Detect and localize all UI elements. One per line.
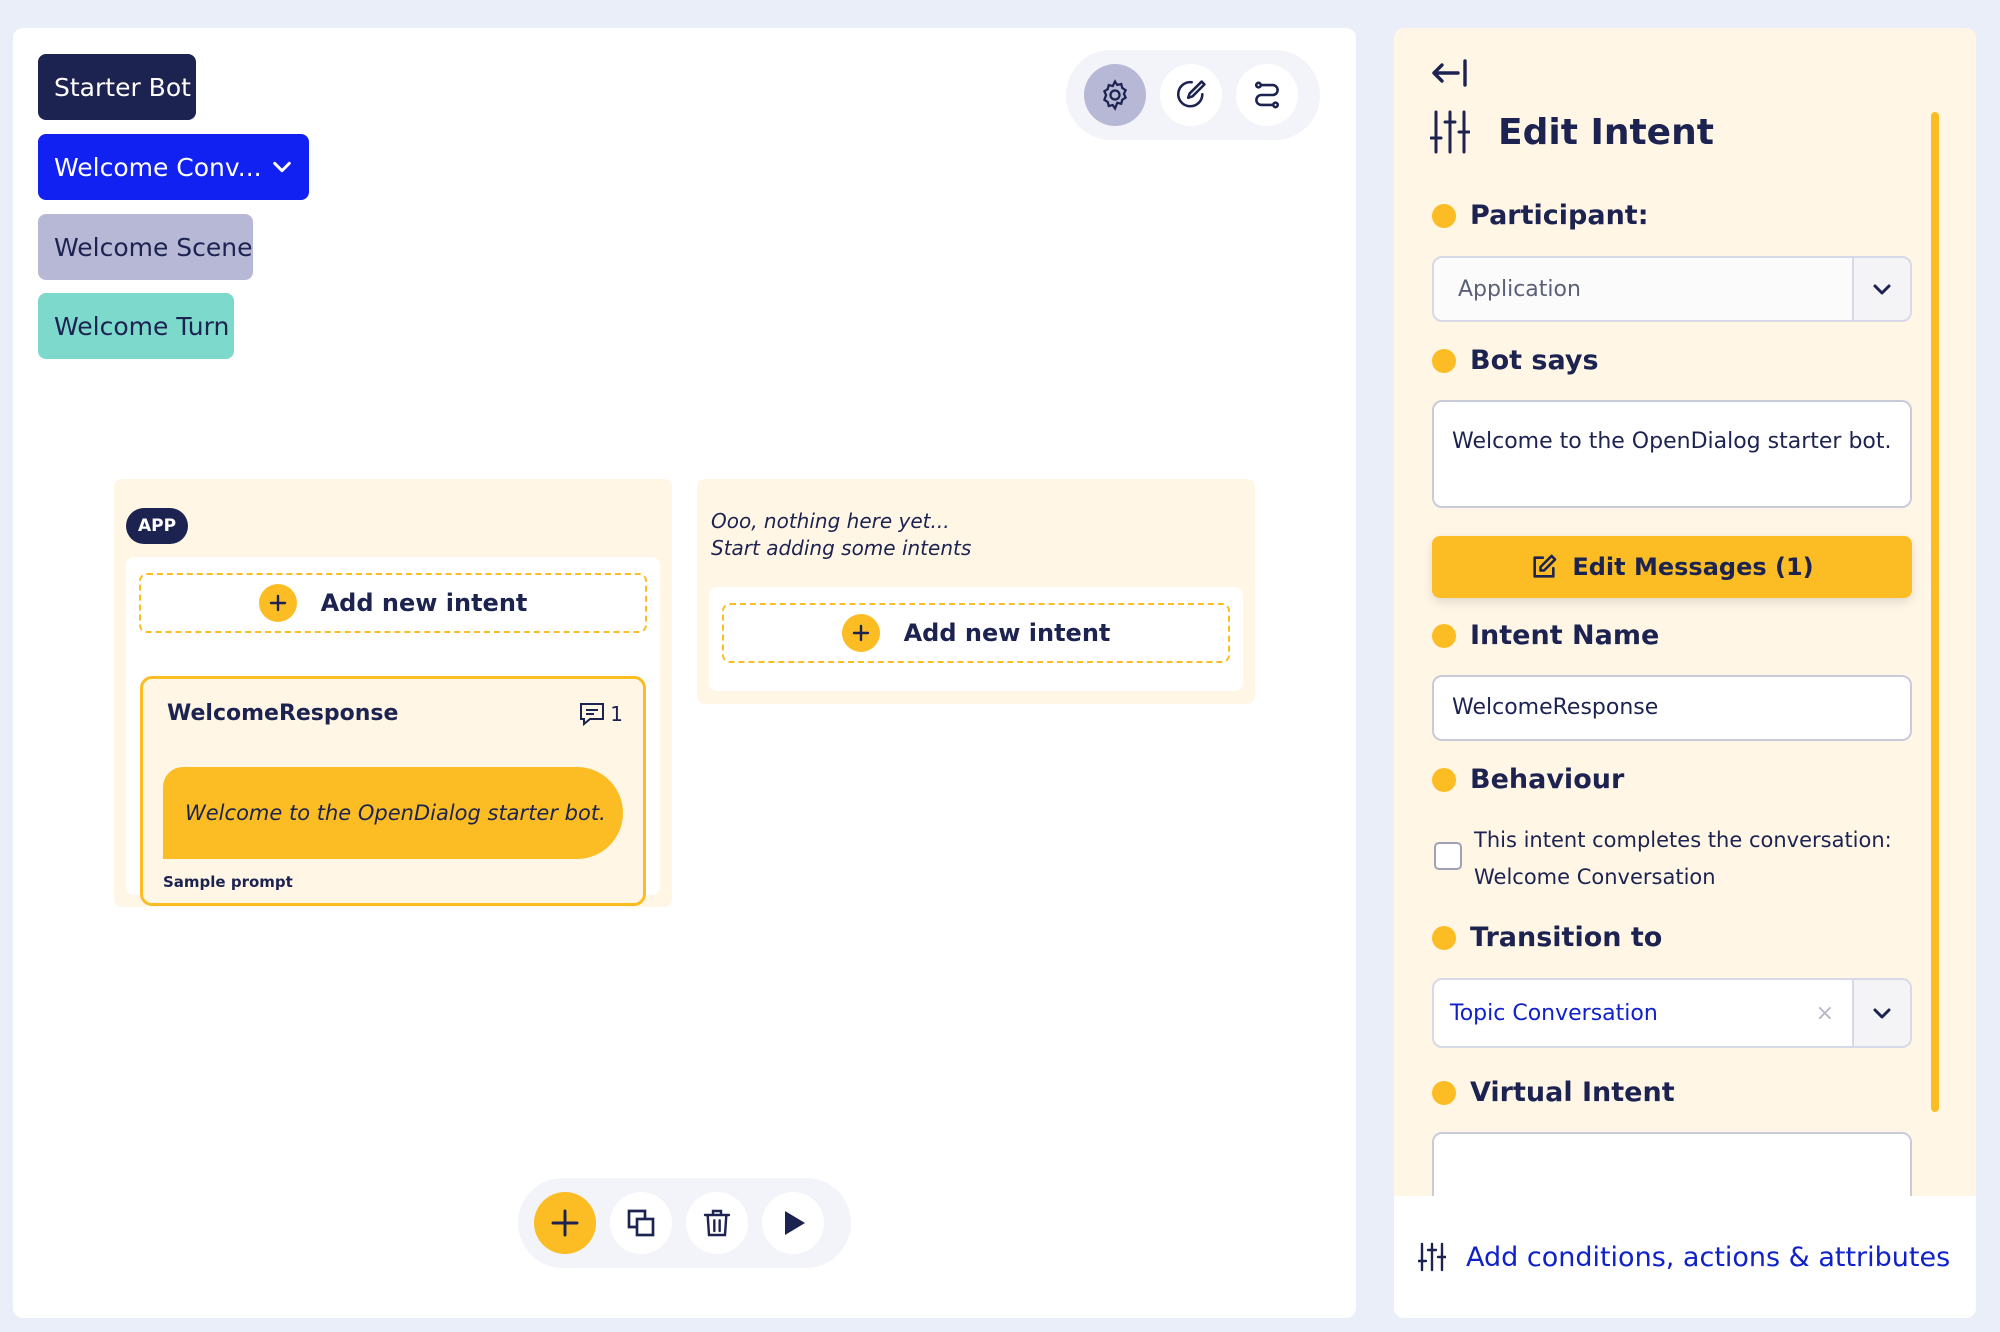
plus-icon xyxy=(258,584,297,622)
behaviour-description: This intent completes the conversation: … xyxy=(1474,822,1914,896)
breadcrumb-turn-label: Welcome Turn xyxy=(54,311,230,341)
empty-state-line2: Start adding some intents xyxy=(711,536,972,560)
plus-icon xyxy=(841,614,880,652)
route-icon xyxy=(1254,81,1280,109)
participant-label-text: Participant: xyxy=(1470,200,1649,231)
duplicate-icon xyxy=(627,1209,655,1237)
virtual-intent-label-text: Virtual Intent xyxy=(1470,1077,1675,1108)
add-intent-button[interactable]: Add new intent xyxy=(139,573,647,633)
message-count-value: 1 xyxy=(610,702,623,726)
participant-select[interactable]: Application xyxy=(1432,256,1912,322)
empty-state-line1: Ooo, nothing here yet... xyxy=(711,509,950,533)
duplicate-button[interactable] xyxy=(610,1192,672,1254)
add-button[interactable] xyxy=(534,1192,596,1254)
required-dot xyxy=(1432,925,1456,950)
settings-view-button[interactable] xyxy=(1084,64,1146,126)
transition-label: Transition to xyxy=(1432,922,1662,953)
edit-icon xyxy=(1177,80,1206,108)
edit-messages-label: Edit Messages (1) xyxy=(1572,553,1814,581)
delete-icon xyxy=(703,1209,731,1237)
participant-label: Participant: xyxy=(1432,200,1649,231)
user-column: Ooo, nothing here yet... Start adding so… xyxy=(697,479,1255,704)
delete-button[interactable] xyxy=(686,1192,748,1254)
behaviour-label-text: Behaviour xyxy=(1470,764,1625,795)
breadcrumb-bot-label: Starter Bot xyxy=(54,72,191,102)
clear-selection-icon[interactable]: × xyxy=(1816,1001,1852,1026)
panel-scrollbar[interactable] xyxy=(1931,112,1939,1112)
breadcrumb-conversation[interactable]: Welcome Conv... xyxy=(38,134,309,200)
add-icon xyxy=(551,1209,579,1237)
message-icon xyxy=(580,703,605,727)
play-button[interactable] xyxy=(762,1192,824,1254)
edit-view-button[interactable] xyxy=(1160,64,1222,126)
view-toggle-bar xyxy=(1066,50,1320,140)
virtual-intent-label: Virtual Intent xyxy=(1432,1077,1675,1108)
required-dot xyxy=(1432,767,1456,792)
chevron-down-icon xyxy=(273,161,291,173)
breadcrumb-turn[interactable]: Welcome Turn xyxy=(38,293,234,359)
app-badge: APP xyxy=(126,508,188,544)
empty-state-text: Ooo, nothing here yet... Start adding so… xyxy=(711,508,971,562)
breadcrumb-bot[interactable]: Starter Bot xyxy=(38,54,196,120)
required-dot xyxy=(1432,623,1456,648)
add-intent-button[interactable]: Add new intent xyxy=(722,603,1230,663)
intent-name: WelcomeResponse xyxy=(167,701,399,726)
route-view-button[interactable] xyxy=(1236,64,1298,126)
breadcrumb-scene[interactable]: Welcome Scene xyxy=(38,214,253,280)
required-dot xyxy=(1432,348,1456,373)
participant-dropdown-toggle[interactable] xyxy=(1852,258,1910,320)
bottom-toolbar xyxy=(518,1178,851,1268)
edit-messages-button[interactable]: Edit Messages (1) xyxy=(1432,536,1912,598)
settings-icon xyxy=(1102,79,1128,111)
transition-value: Topic Conversation xyxy=(1450,1000,1658,1026)
edit-icon xyxy=(1533,554,1557,578)
transition-select[interactable]: Topic Conversation × xyxy=(1432,978,1912,1048)
panel-footer: Add conditions, actions & attributes xyxy=(1394,1196,1976,1318)
participant-value: Application xyxy=(1458,276,1581,302)
intent-name-label: Intent Name xyxy=(1432,620,1659,651)
transition-label-text: Transition to xyxy=(1470,922,1663,953)
bot-says-textarea[interactable]: Welcome to the OpenDialog starter bot. xyxy=(1432,400,1912,508)
message-bubble: Welcome to the OpenDialog starter bot. xyxy=(163,767,623,859)
breadcrumb-conversation-label: Welcome Conv... xyxy=(54,152,262,182)
intent-name-input[interactable]: WelcomeResponse xyxy=(1432,675,1912,741)
sliders-icon xyxy=(1418,1242,1446,1272)
collapse-panel-icon[interactable] xyxy=(1430,56,1470,90)
bot-says-label-text: Bot says xyxy=(1470,345,1599,376)
app-column: APP Add new intent WelcomeResponse 1 Wel… xyxy=(114,479,672,907)
add-intent-label: Add new intent xyxy=(320,589,528,617)
completes-conversation-checkbox[interactable] xyxy=(1434,842,1462,870)
behaviour-label: Behaviour xyxy=(1432,764,1624,795)
intent-card[interactable]: WelcomeResponse 1 Welcome to the OpenDia… xyxy=(140,676,646,906)
behaviour-line1: This intent completes the conversation: xyxy=(1474,828,1892,852)
user-intents-list: Add new intent xyxy=(709,587,1243,691)
transition-dropdown-toggle[interactable] xyxy=(1852,980,1910,1046)
add-intent-label: Add new intent xyxy=(903,619,1111,647)
bot-says-label: Bot says xyxy=(1432,345,1599,376)
edit-intent-panel: Edit Intent Participant: Application Bot… xyxy=(1394,28,1976,1318)
sliders-icon xyxy=(1430,110,1470,154)
required-dot xyxy=(1432,1080,1456,1105)
breadcrumb-scene-label: Welcome Scene xyxy=(54,232,253,262)
chevron-down-icon xyxy=(1873,1008,1891,1019)
canvas: Starter Bot Welcome Conv... Welcome Scen… xyxy=(13,28,1356,1318)
panel-header: Edit Intent xyxy=(1430,110,1714,154)
play-icon xyxy=(785,1211,805,1235)
intent-sample-label: Sample prompt xyxy=(163,873,293,891)
message-count: 1 xyxy=(578,701,623,727)
chevron-down-icon xyxy=(1873,284,1891,295)
intent-name-label-text: Intent Name xyxy=(1470,620,1660,651)
behaviour-line2: Welcome Conversation xyxy=(1474,865,1716,889)
panel-title: Edit Intent xyxy=(1498,111,1714,153)
add-conditions-link[interactable]: Add conditions, actions & attributes xyxy=(1466,1242,1950,1273)
required-dot xyxy=(1432,203,1456,228)
